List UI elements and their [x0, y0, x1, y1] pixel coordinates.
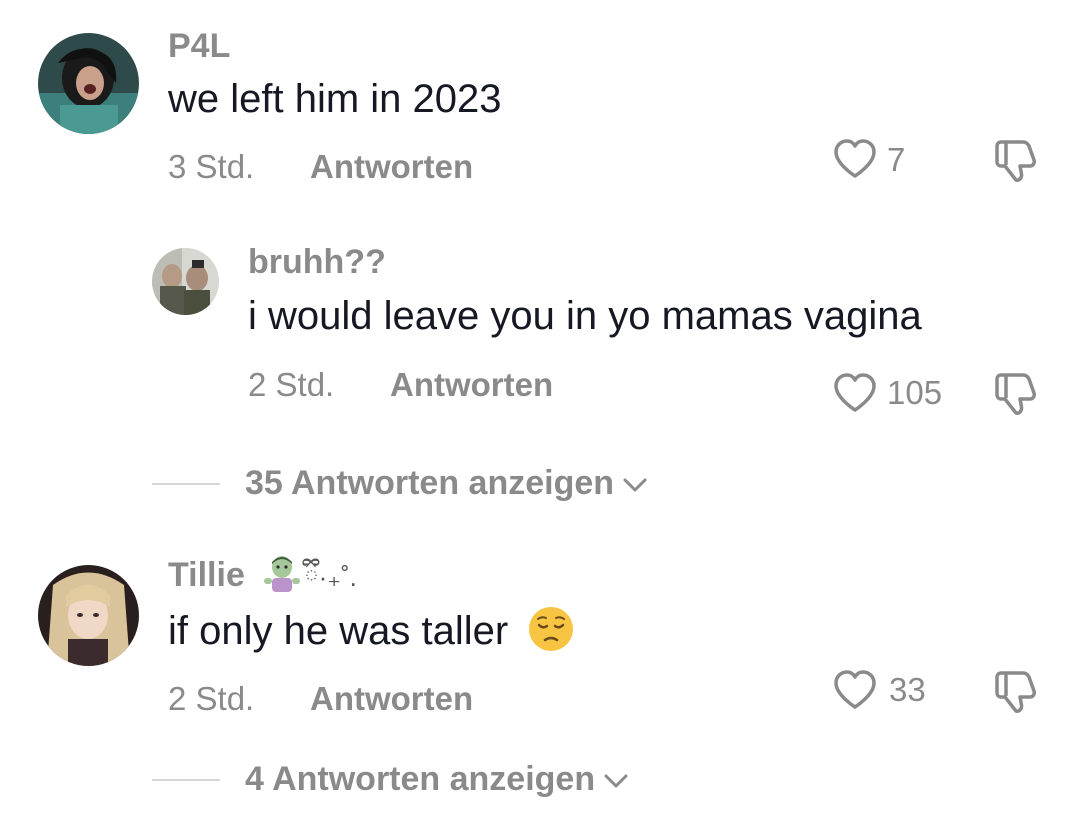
- like-count: 7: [887, 141, 906, 178]
- avatar[interactable]: [152, 248, 219, 315]
- comment-text-content: if only he was taller: [168, 609, 509, 653]
- avatar[interactable]: [38, 565, 139, 666]
- comment-username[interactable]: Tillie ྀི·₊˚.: [168, 556, 357, 594]
- comment-text: if only he was taller: [168, 607, 575, 653]
- comment-timestamp: 2 Std.: [168, 680, 255, 717]
- view-replies-button[interactable]: 35 Antworten anzeigen: [245, 466, 648, 500]
- thumbs-down-icon[interactable]: [993, 138, 1041, 189]
- avatar[interactable]: [38, 33, 139, 134]
- heart-icon[interactable]: [832, 372, 878, 419]
- heart-icon[interactable]: [832, 138, 878, 185]
- thumbs-down-icon[interactable]: [993, 371, 1041, 422]
- comment-text: we left him in 2023: [168, 77, 502, 121]
- comment-timestamp: 2 Std.: [248, 366, 335, 403]
- view-replies-label: 4 Antworten anzeigen: [245, 760, 596, 798]
- username-text: Tillie: [168, 556, 245, 594]
- thumbs-down-icon[interactable]: [993, 669, 1041, 720]
- zombie-emoji-icon: [264, 556, 301, 593]
- heart-icon[interactable]: [832, 669, 878, 716]
- comments-section: P4L we left him in 2023 3 Std. Antworten…: [0, 0, 1080, 824]
- chevron-down-icon: [623, 478, 647, 492]
- reply-button[interactable]: Antworten: [390, 368, 553, 401]
- divider: [152, 779, 220, 781]
- view-replies-button[interactable]: 4 Antworten anzeigen: [245, 762, 629, 796]
- comment-username[interactable]: P4L: [168, 29, 230, 63]
- comment-text: i would leave you in yo mamas vagina: [248, 294, 922, 338]
- comment-username[interactable]: bruhh??: [248, 245, 386, 279]
- view-replies-label: 35 Antworten anzeigen: [245, 464, 615, 502]
- chevron-down-icon: [604, 774, 628, 788]
- reply-button[interactable]: Antworten: [310, 682, 473, 715]
- divider: [152, 483, 220, 485]
- comment-timestamp: 3 Std.: [168, 148, 255, 185]
- like-count: 33: [889, 671, 926, 708]
- reply-button[interactable]: Antworten: [310, 150, 473, 183]
- pensive-face-emoji-icon: [529, 607, 574, 652]
- username-decoration: ྀི·₊˚.: [304, 562, 357, 592]
- like-count: 105: [887, 374, 943, 411]
